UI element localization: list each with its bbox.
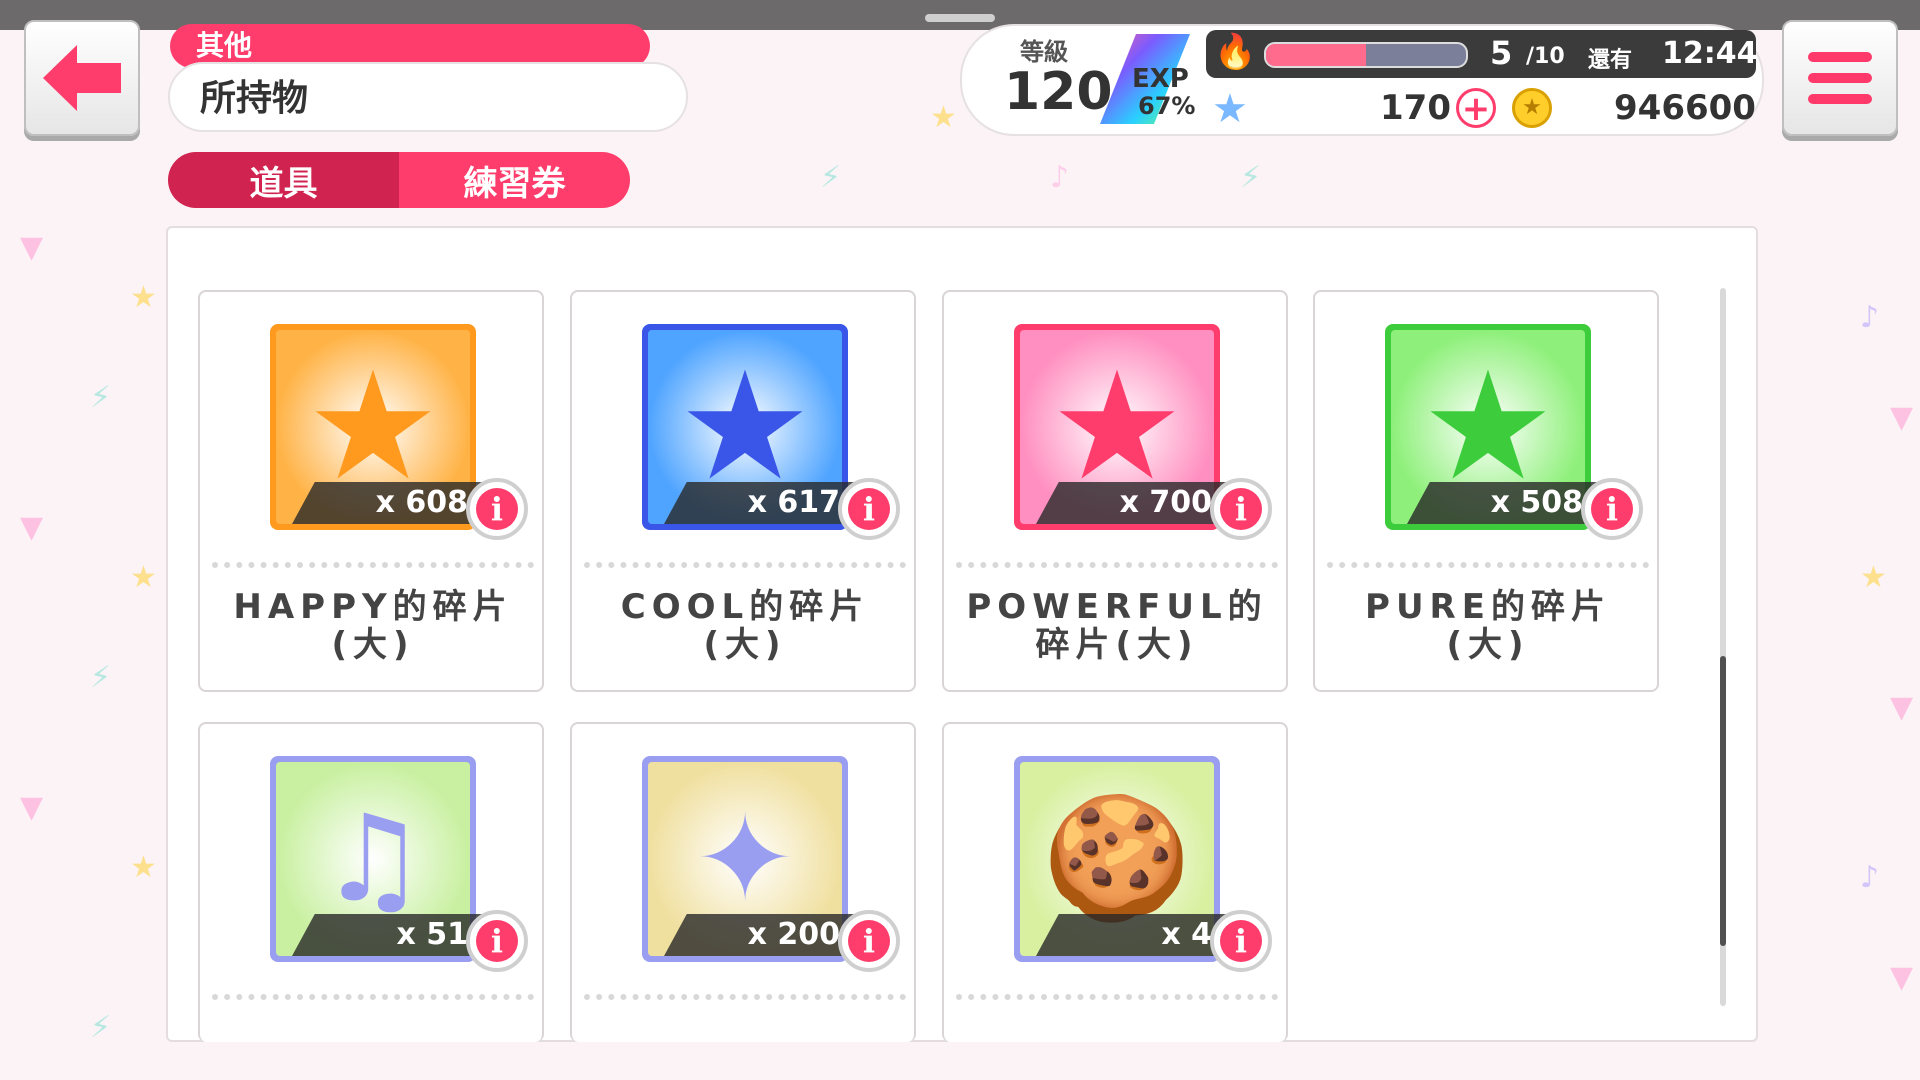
- item-icon-frame: ♫ x 51: [270, 756, 482, 962]
- info-button[interactable]: i: [838, 478, 900, 540]
- info-button[interactable]: i: [466, 478, 528, 540]
- item-icon-frame: ★ x 508: [1385, 324, 1597, 530]
- info-button[interactable]: i: [838, 910, 900, 972]
- pull-handle[interactable]: [925, 14, 995, 22]
- tab-bar: 道具 練習券: [168, 152, 630, 208]
- coin-count: 946600: [1614, 88, 1756, 128]
- remaining-time: 12:44: [1662, 36, 1758, 71]
- item-name: POWERFUL的碎片(大): [966, 587, 1268, 665]
- add-stars-button[interactable]: +: [1456, 88, 1496, 128]
- hamburger-icon: [1808, 52, 1872, 104]
- info-button[interactable]: i: [1581, 478, 1643, 540]
- exp-label: EXP: [1132, 64, 1189, 94]
- level-value: 120: [1004, 62, 1113, 122]
- info-button[interactable]: i: [1210, 910, 1272, 972]
- info-icon: i: [1220, 488, 1262, 530]
- item-quantity: x 700: [1036, 482, 1226, 524]
- divider: [584, 562, 906, 568]
- item-name: COOL的碎片(大): [620, 587, 870, 665]
- item-card[interactable]: ✦ x 200 i: [570, 722, 916, 1042]
- info-icon: i: [848, 488, 890, 530]
- back-button[interactable]: [24, 20, 140, 136]
- divider: [584, 994, 906, 1000]
- page-title: 所持物: [168, 62, 688, 132]
- item-icon-frame: ★ x 608: [270, 324, 482, 530]
- item-card[interactable]: ★ x 700 i POWERFUL的碎片(大): [942, 290, 1288, 692]
- item-quantity: x 617: [664, 482, 854, 524]
- coin-icon: ★: [1512, 88, 1552, 128]
- exp-percent: 67%: [1138, 92, 1196, 120]
- info-button[interactable]: i: [466, 910, 528, 972]
- item-quantity: x 200: [664, 914, 854, 956]
- stamina-max: /10: [1526, 44, 1565, 69]
- info-icon: i: [476, 920, 518, 962]
- item-quantity: x 508: [1407, 482, 1597, 524]
- item-card[interactable]: ★ x 608 i HAPPY的碎片(大): [198, 290, 544, 692]
- stamina-current: 5: [1490, 34, 1513, 72]
- item-card[interactable]: ♫ x 51 i: [198, 722, 544, 1042]
- remaining-label: 還有: [1588, 48, 1633, 73]
- item-icon-frame: ★ x 700: [1014, 324, 1226, 530]
- flame-icon: 🔥: [1214, 32, 1257, 72]
- item-icon-frame: ✦ x 200: [642, 756, 854, 962]
- item-quantity: x 51: [292, 914, 482, 956]
- menu-button[interactable]: [1782, 20, 1898, 136]
- divider: [956, 994, 1278, 1000]
- info-button[interactable]: i: [1210, 478, 1272, 540]
- item-quantity: x 4: [1036, 914, 1226, 956]
- item-card[interactable]: ★ x 617 i COOL的碎片(大): [570, 290, 916, 692]
- stamina-bar: [1264, 42, 1468, 68]
- divider: [212, 994, 534, 1000]
- item-icon-frame: ★ x 617: [642, 324, 854, 530]
- info-icon: i: [848, 920, 890, 962]
- item-icon-frame: 🍪 x 4: [1014, 756, 1226, 962]
- item-card[interactable]: ★ x 508 i PURE的碎片(大): [1313, 290, 1659, 692]
- scrollbar-thumb[interactable]: [1720, 656, 1726, 946]
- back-arrow-icon: [43, 45, 121, 111]
- info-icon: i: [1591, 488, 1633, 530]
- divider: [1327, 562, 1649, 568]
- info-icon: i: [476, 488, 518, 530]
- star-gem-icon: ★: [1212, 86, 1248, 132]
- divider: [212, 562, 534, 568]
- item-quantity: x 608: [292, 482, 482, 524]
- tab-practice-tickets[interactable]: 練習券: [399, 152, 630, 208]
- info-icon: i: [1220, 920, 1262, 962]
- tab-items[interactable]: 道具: [168, 152, 399, 208]
- star-gem-count: 170: [1380, 88, 1451, 128]
- stamina-fill: [1266, 44, 1366, 66]
- item-card[interactable]: 🍪 x 4i: [942, 722, 1288, 1042]
- item-name: PURE的碎片(大): [1365, 587, 1611, 665]
- item-name: HAPPY的碎片(大): [233, 587, 513, 665]
- divider: [956, 562, 1278, 568]
